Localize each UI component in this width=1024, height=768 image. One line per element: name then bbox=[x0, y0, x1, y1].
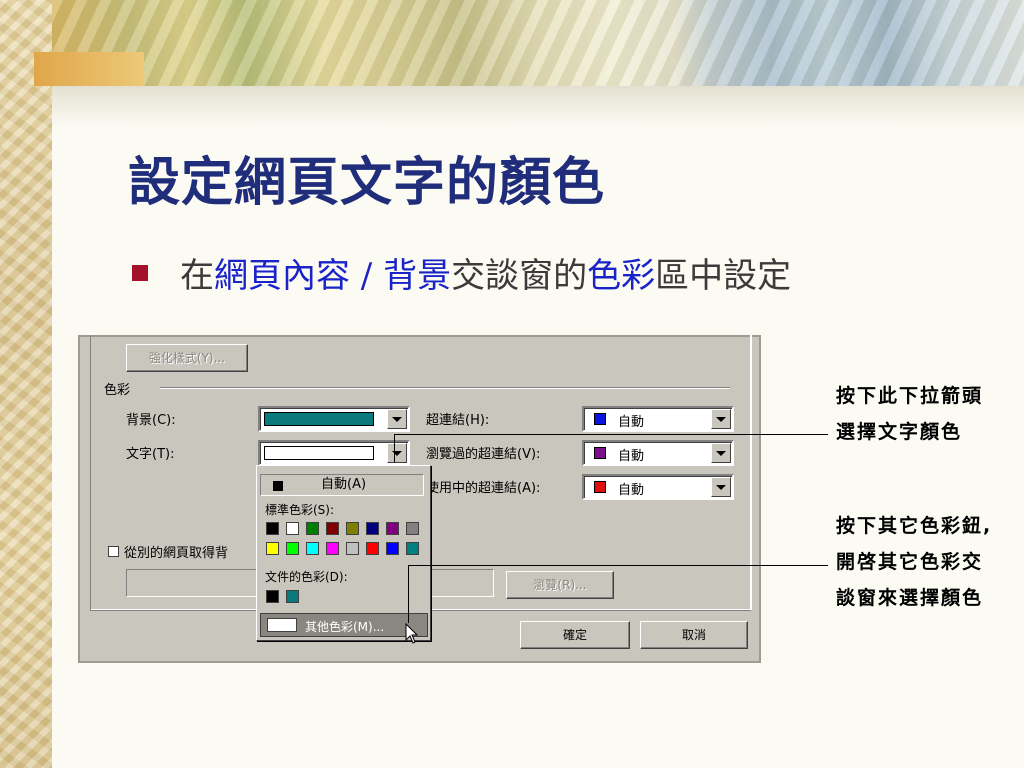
standard-color-swatch[interactable] bbox=[306, 542, 319, 555]
browse-button[interactable]: 瀏覽(R)... bbox=[506, 571, 614, 599]
get-background-label: 從別的網頁取得背 bbox=[124, 546, 229, 561]
visited-color-swatch bbox=[594, 447, 606, 459]
bullet-point: 在網頁內容 / 背景交談窗的色彩區中設定 bbox=[132, 248, 791, 297]
document-color-swatch[interactable] bbox=[286, 590, 299, 603]
bullet-highlight-color: 色彩 bbox=[587, 256, 656, 296]
decorative-left-strip bbox=[0, 0, 52, 768]
active-color-value: 自動 bbox=[618, 483, 645, 498]
standard-color-swatch[interactable] bbox=[286, 522, 299, 535]
auto-color-label: 自動(A) bbox=[321, 477, 367, 492]
standard-color-swatch[interactable] bbox=[346, 542, 359, 555]
standard-color-swatch[interactable] bbox=[286, 542, 299, 555]
standard-color-swatch[interactable] bbox=[406, 542, 419, 555]
visited-color-combo[interactable]: 自動 bbox=[582, 440, 734, 466]
enhance-style-button[interactable]: 強化樣式(Y)... bbox=[126, 344, 248, 372]
standard-color-swatch[interactable] bbox=[266, 542, 279, 555]
standard-color-swatch[interactable] bbox=[306, 522, 319, 535]
decorative-top-band bbox=[52, 0, 1024, 86]
document-colors-label: 文件的色彩(D): bbox=[265, 570, 348, 584]
visited-color-value: 自動 bbox=[618, 449, 645, 464]
bullet-text: 在網頁內容 / 背景交談窗的色彩區中設定 bbox=[180, 248, 791, 297]
callout-connector-bottom bbox=[408, 565, 828, 566]
active-color-swatch bbox=[594, 481, 606, 493]
standard-color-swatch[interactable] bbox=[386, 542, 399, 555]
hyperlink-dropdown-arrow-icon[interactable] bbox=[711, 409, 731, 429]
callout-top-line1: 按下此下拉箭頭 bbox=[836, 385, 984, 407]
standard-color-swatch[interactable] bbox=[366, 542, 379, 555]
hyperlink-color-value: 自動 bbox=[618, 415, 645, 430]
color-group-label: 色彩 bbox=[104, 383, 131, 398]
active-link-label: 使用中的超連結(A): bbox=[426, 481, 541, 496]
text-color-combo[interactable] bbox=[258, 440, 410, 466]
callout-bottom-line1: 按下其它色彩鈕, bbox=[836, 515, 993, 537]
callout-top-line2: 選擇文字顏色 bbox=[836, 421, 963, 443]
more-colors-label: 其他色彩(M)... bbox=[305, 620, 385, 634]
text-color-swatch bbox=[264, 446, 374, 460]
active-color-combo[interactable]: 自動 bbox=[582, 474, 734, 500]
hyperlink-label: 超連結(H): bbox=[426, 413, 490, 428]
standard-colors-label: 標準色彩(S): bbox=[265, 503, 335, 517]
text-label: 文字(T): bbox=[126, 447, 175, 462]
decorative-corner-block bbox=[34, 52, 144, 86]
callout-bottom-line3: 談窗來選擇顏色 bbox=[836, 587, 984, 609]
callout-bottom: 按下其它色彩鈕, 開啓其它色彩交 談窗來選擇顏色 bbox=[836, 508, 992, 616]
bullet-highlight-dialog: 網頁內容 / 背景 bbox=[214, 256, 452, 296]
standard-color-swatch[interactable] bbox=[366, 522, 379, 535]
standard-color-swatch[interactable] bbox=[386, 522, 399, 535]
more-colors-swatch bbox=[267, 618, 297, 632]
cancel-button[interactable]: 取消 bbox=[640, 621, 748, 649]
standard-color-swatch[interactable] bbox=[266, 522, 279, 535]
bullet-square-icon bbox=[132, 264, 148, 281]
visited-dropdown-arrow-icon[interactable] bbox=[711, 443, 731, 463]
bullet-text-part: 在 bbox=[180, 256, 214, 296]
text-dropdown-arrow-icon[interactable] bbox=[387, 443, 407, 463]
bullet-text-part: 區中設定 bbox=[655, 256, 792, 296]
callout-top: 按下此下拉箭頭 選擇文字顏色 bbox=[836, 378, 983, 450]
callout-connector-bottom-drop bbox=[408, 565, 409, 623]
auto-color-option[interactable]: 自動(A) bbox=[260, 474, 424, 496]
bullet-text-part: 交談窗的 bbox=[451, 256, 588, 296]
standard-color-swatch[interactable] bbox=[326, 522, 339, 535]
get-background-checkbox[interactable] bbox=[108, 546, 119, 557]
background-dropdown-arrow-icon[interactable] bbox=[387, 409, 407, 429]
standard-color-swatch[interactable] bbox=[346, 522, 359, 535]
auto-color-swatch bbox=[273, 481, 283, 491]
callout-bottom-line2: 開啓其它色彩交 bbox=[836, 551, 984, 573]
standard-color-swatch[interactable] bbox=[406, 522, 419, 535]
background-label: 背景(C): bbox=[126, 413, 176, 428]
active-dropdown-arrow-icon[interactable] bbox=[711, 477, 731, 497]
color-picker-popup: 自動(A) 標準色彩(S): 文件的色彩(D): 其他色彩(M)... bbox=[256, 465, 431, 641]
hyperlink-color-combo[interactable]: 自動 bbox=[582, 406, 734, 432]
color-group-divider bbox=[160, 387, 730, 389]
callout-connector-top bbox=[394, 434, 828, 435]
hyperlink-color-swatch bbox=[594, 413, 606, 425]
ok-button[interactable]: 確定 bbox=[520, 621, 630, 649]
slide-title: 設定網頁文字的顏色 bbox=[128, 152, 606, 213]
callout-connector-top-drop bbox=[394, 434, 395, 462]
more-colors-button[interactable]: 其他色彩(M)... bbox=[260, 613, 428, 637]
visited-link-label: 瀏覽過的超連結(V): bbox=[426, 447, 541, 462]
standard-color-swatch[interactable] bbox=[326, 542, 339, 555]
background-color-swatch bbox=[264, 412, 374, 426]
background-color-combo[interactable] bbox=[258, 406, 410, 432]
mouse-cursor-icon bbox=[405, 623, 419, 644]
decorative-band-shadow bbox=[52, 86, 1024, 126]
document-color-swatch[interactable] bbox=[266, 590, 279, 603]
